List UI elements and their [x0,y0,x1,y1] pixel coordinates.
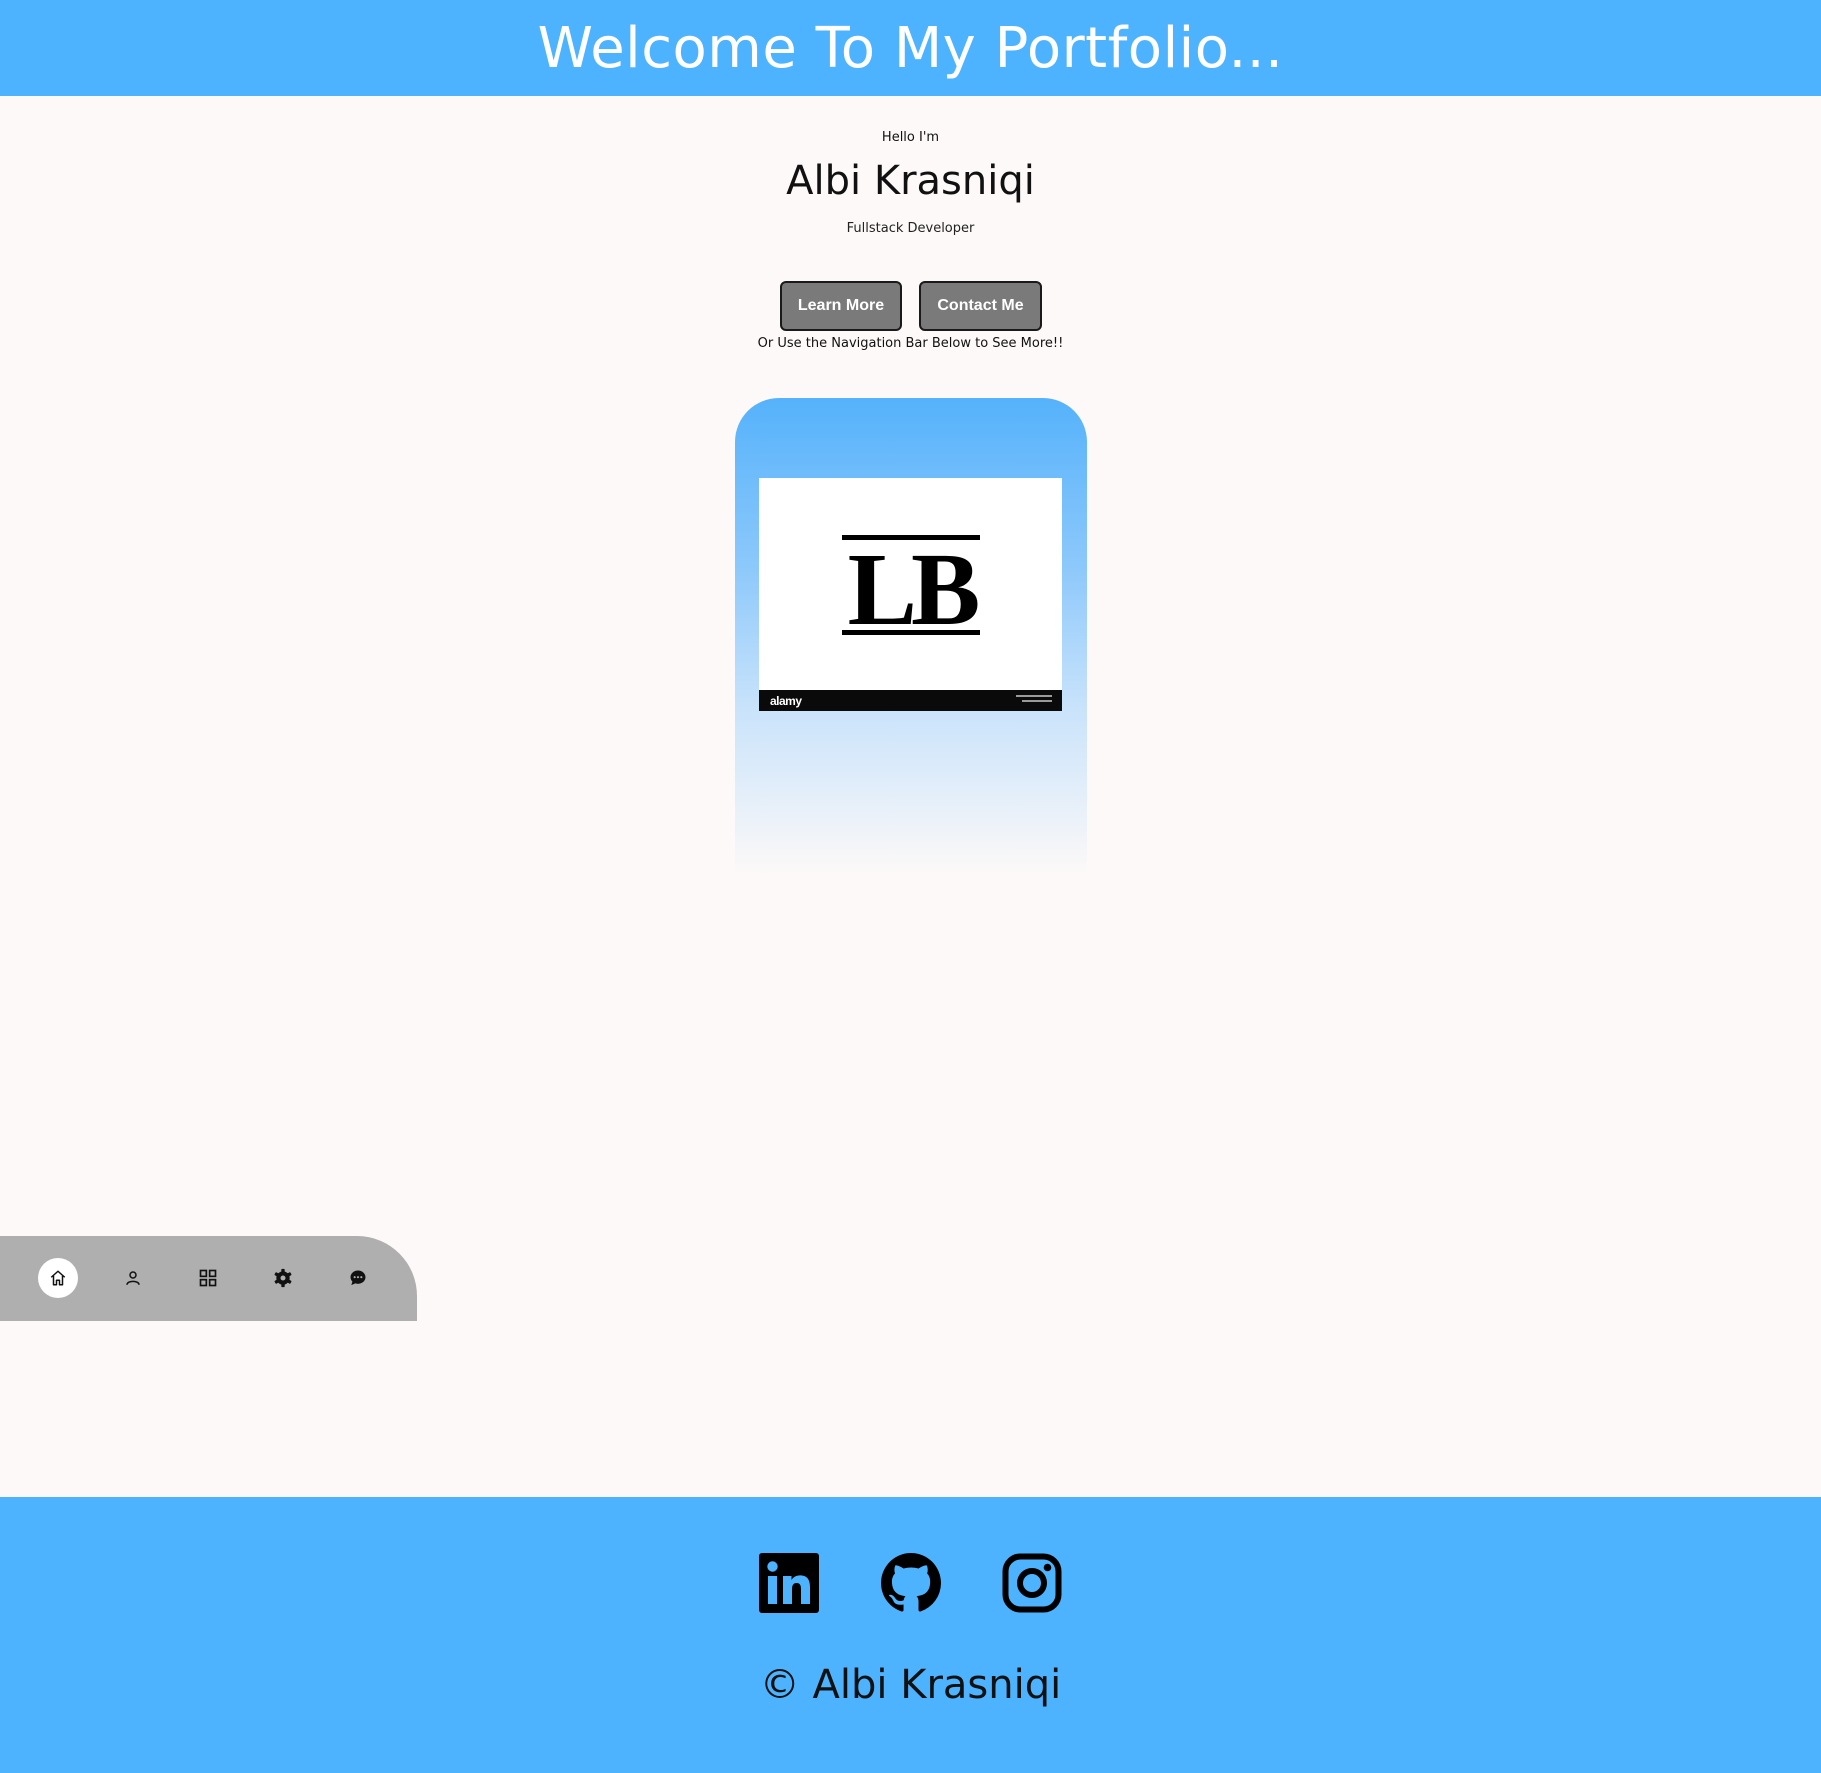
copyright-text: © Albi Krasniqi [759,1662,1062,1708]
stock-brand: alamy [770,694,802,708]
nav-projects[interactable] [188,1258,228,1298]
learn-more-button[interactable]: Learn More [780,281,902,331]
logo-image: LB alamy [759,478,1062,711]
nav-hint-text: Or Use the Navigation Bar Below to See M… [757,336,1064,351]
greeting-text: Hello I'm [881,130,940,145]
instagram-icon [1002,1553,1062,1613]
site-header: Welcome To My Portfolio... [0,0,1821,96]
instagram-link[interactable] [1002,1553,1062,1613]
linkedin-icon [759,1553,819,1613]
nav-contact[interactable] [338,1258,378,1298]
stock-meta [1016,695,1052,705]
nav-about[interactable] [113,1258,153,1298]
github-icon [881,1553,941,1612]
logo-card: LB alamy [735,398,1087,876]
bottom-navigation-bar [0,1236,417,1321]
lb-logo: LB [842,532,984,647]
gear-icon [274,1268,292,1288]
page-title: Welcome To My Portfolio... [537,15,1284,81]
nav-settings[interactable] [263,1258,303,1298]
chat-icon [350,1270,366,1286]
site-footer: © Albi Krasniqi [0,1497,1821,1773]
hero-buttons: Learn More Contact Me [780,281,1042,331]
home-icon [50,1270,66,1286]
logo-letters: LB [848,532,978,647]
hero-name: Albi Krasniqi [786,158,1035,204]
nav-home[interactable] [38,1258,78,1298]
hero-role: Fullstack Developer [846,221,975,236]
grid-icon [199,1269,217,1287]
contact-me-button[interactable]: Contact Me [919,281,1042,331]
linkedin-link[interactable] [759,1553,819,1613]
stock-watermark-bar: alamy [759,690,1062,711]
user-icon [126,1271,140,1285]
github-link[interactable] [881,1553,941,1613]
